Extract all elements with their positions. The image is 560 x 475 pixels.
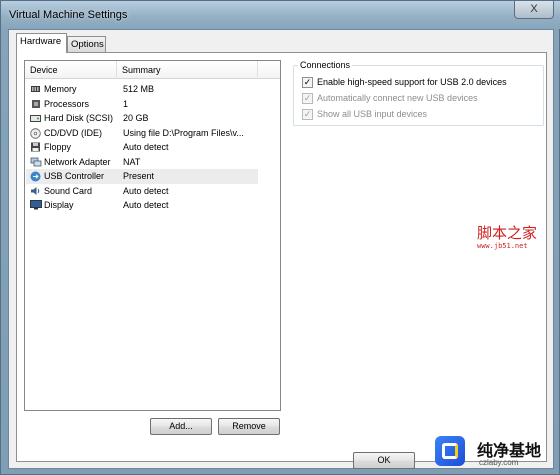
auto-connect-checkbox[interactable]: ✓ xyxy=(302,93,313,104)
usb-icon xyxy=(30,171,41,182)
device-name: Processors xyxy=(44,98,90,109)
device-row-sound-card[interactable]: Sound Card Auto detect xyxy=(26,184,258,199)
connections-title: Connections xyxy=(298,60,353,70)
cd-dvd-icon xyxy=(30,127,41,139)
device-summary: Auto detect xyxy=(123,200,169,210)
device-row-cd-dvd[interactable]: CD/DVD (IDE) Using file D:\Program Files… xyxy=(26,126,258,141)
close-icon: X xyxy=(530,3,538,15)
show-input-devices-label: Show all USB input devices xyxy=(317,109,428,119)
device-name: Display xyxy=(44,200,74,210)
processor-icon xyxy=(30,99,41,109)
device-name: CD/DVD (IDE) xyxy=(44,127,102,138)
ok-button-label: OK xyxy=(377,455,391,465)
column-header-summary[interactable]: Summary xyxy=(117,61,258,79)
device-summary: Using file D:\Program Files\v... xyxy=(123,127,244,138)
sound-card-icon xyxy=(30,186,41,196)
tab-hardware[interactable]: Hardware xyxy=(16,33,67,53)
device-summary: NAT xyxy=(123,156,141,167)
add-button-label: Add... xyxy=(169,421,193,431)
network-adapter-icon xyxy=(30,157,42,167)
device-name: USB Controller xyxy=(44,171,105,181)
close-button[interactable]: X xyxy=(514,1,554,19)
device-summary: 20 GB xyxy=(123,113,149,123)
add-button[interactable]: Add... xyxy=(150,418,212,435)
memory-icon xyxy=(30,84,41,94)
device-row-floppy[interactable]: Floppy Auto detect xyxy=(26,140,258,155)
device-summary: 512 MB xyxy=(123,84,155,94)
device-name: Network Adapter xyxy=(44,156,111,167)
device-list-header: Device Summary xyxy=(25,61,280,79)
watermark-jb51-url: www.jb51.net xyxy=(477,242,528,250)
remove-button-label: Remove xyxy=(232,421,266,431)
watermark-czlaby-url: czlaby.com xyxy=(479,458,519,467)
hard-disk-icon xyxy=(30,113,41,123)
device-name: Hard Disk (SCSI) xyxy=(44,113,114,123)
device-name: Sound Card xyxy=(44,185,93,196)
device-row-memory[interactable]: Memory 512 MB xyxy=(26,82,258,97)
device-row-usb-controller[interactable]: USB Controller Present xyxy=(26,169,258,184)
floppy-icon xyxy=(30,142,41,152)
device-row-display[interactable]: Display Auto detect xyxy=(26,198,258,213)
device-row-hard-disk[interactable]: Hard Disk (SCSI) 20 GB xyxy=(26,111,258,126)
tab-options-label: Options xyxy=(71,39,104,50)
device-summary: Auto detect xyxy=(123,142,169,152)
device-row-processors[interactable]: Processors 1 xyxy=(26,97,258,112)
device-summary: 1 xyxy=(123,98,129,109)
tab-options[interactable]: Options xyxy=(67,36,106,52)
remove-button[interactable]: Remove xyxy=(218,418,280,435)
device-name: Memory xyxy=(44,84,77,94)
watermark-jb51: 脚本之家 xyxy=(477,224,538,242)
czlaby-logo-icon xyxy=(435,436,465,466)
title-bar[interactable]: Virtual Machine Settings X xyxy=(1,1,560,29)
tab-hardware-label: Hardware xyxy=(20,36,62,47)
auto-connect-label: Automatically connect new USB devices xyxy=(317,93,478,103)
vm-settings-window: Virtual Machine Settings X Hardware Opti… xyxy=(0,0,560,475)
ok-button[interactable]: OK xyxy=(353,452,415,469)
device-summary: Auto detect xyxy=(123,185,169,196)
column-header-device[interactable]: Device xyxy=(25,61,117,79)
device-name: Floppy xyxy=(44,142,72,152)
device-row-network-adapter[interactable]: Network Adapter NAT xyxy=(26,155,258,170)
usb2-label: Enable high-speed support for USB 2.0 de… xyxy=(317,77,507,87)
device-list[interactable]: Device Summary Memory 512 MB Processors … xyxy=(24,60,281,411)
column-header-device-label: Device xyxy=(30,65,58,75)
device-summary: Present xyxy=(123,171,155,181)
display-icon xyxy=(30,200,42,210)
show-input-devices-checkbox[interactable]: ✓ xyxy=(302,109,313,120)
column-header-summary-label: Summary xyxy=(122,65,161,75)
usb2-checkbox[interactable]: ✓ xyxy=(302,77,313,88)
window-title: Virtual Machine Settings xyxy=(9,9,128,21)
